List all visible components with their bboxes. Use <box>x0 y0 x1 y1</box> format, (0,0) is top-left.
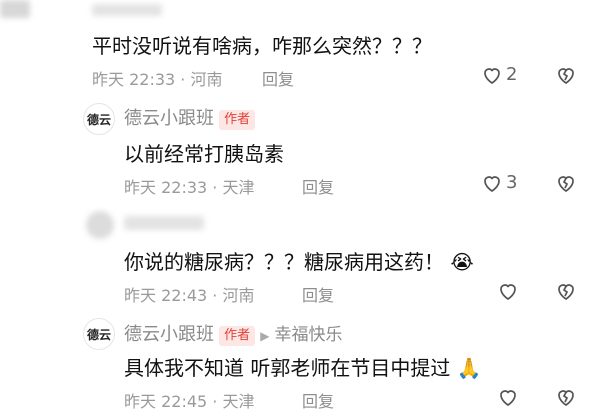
comment-location: 河南 <box>190 70 223 89</box>
reply-button[interactable]: 回复 <box>302 282 334 306</box>
dislike-button[interactable] <box>554 63 578 87</box>
reply-to-name[interactable]: 幸福快乐 <box>275 325 343 345</box>
comment-meta: 昨天 22:33 · 天津 <box>124 178 255 197</box>
comment-time: 昨天 22:33 <box>92 70 176 89</box>
like-count: 2 <box>506 64 518 85</box>
dislike-button[interactable] <box>554 171 578 195</box>
comment-meta: 昨天 22:33 · 河南 <box>92 70 223 89</box>
blurred-username <box>0 0 30 18</box>
comment-location: 天津 <box>222 178 255 197</box>
comment-time: 昨天 22:45 <box>124 392 208 411</box>
heart-icon <box>484 68 500 85</box>
comment-text: 具体我不知道 听郭老师在节目中提过 🙏 <box>124 356 482 380</box>
reply-button[interactable]: 回复 <box>302 174 334 198</box>
author-avatar[interactable]: 德云 <box>83 318 115 350</box>
blurred-username-detail <box>92 4 162 16</box>
like-button[interactable] <box>480 63 504 87</box>
comment-header: 德云小跟班 作者 ▶ 幸福快乐 <box>124 320 343 346</box>
dislike-button[interactable] <box>554 385 578 409</box>
dislike-button[interactable] <box>554 279 578 303</box>
comment-header: 德云小跟班 作者 <box>124 104 256 130</box>
blurred-avatar <box>86 211 114 239</box>
blurred-username <box>124 216 204 230</box>
heart-icon <box>500 284 516 301</box>
comment-text: 以前经常打胰岛素 <box>124 142 284 166</box>
reply-button[interactable]: 回复 <box>302 388 334 412</box>
comment-meta: 昨天 22:43 · 河南 <box>124 286 255 305</box>
broken-heart-icon <box>558 284 574 301</box>
avatar-logo-text: 德云 <box>86 112 111 127</box>
reply-button[interactable]: 回复 <box>262 66 294 90</box>
author-badge: 作者 <box>219 109 256 130</box>
praying-hands-emoji-icon: 🙏 <box>456 356 482 380</box>
like-button[interactable] <box>480 171 504 195</box>
author-name[interactable]: 德云小跟班 <box>124 324 214 345</box>
broken-heart-icon <box>558 176 574 193</box>
comment-meta: 昨天 22:45 · 天津 <box>124 392 255 411</box>
author-name[interactable]: 德云小跟班 <box>124 108 214 129</box>
author-avatar[interactable]: 德云 <box>83 103 115 135</box>
broken-heart-icon <box>558 68 574 85</box>
reply-arrow-icon: ▶ <box>260 329 270 343</box>
comment-location: 天津 <box>222 392 255 411</box>
broken-heart-icon <box>558 390 574 407</box>
comment-text: 你说的糖尿病？？？糖尿病用这药！ 😭 <box>124 250 474 274</box>
heart-icon <box>484 176 500 193</box>
like-button[interactable] <box>496 385 520 409</box>
comment-text: 平时没听说有啥病，咋那么突然？？？ <box>92 34 432 58</box>
comment-time: 昨天 22:43 <box>124 286 208 305</box>
like-count: 3 <box>506 172 518 193</box>
comment-location: 河南 <box>222 286 255 305</box>
like-button[interactable] <box>496 279 520 303</box>
author-badge: 作者 <box>219 325 256 346</box>
crying-emoji-icon: 😭 <box>450 250 474 274</box>
comment-time: 昨天 22:33 <box>124 178 208 197</box>
avatar-logo-text: 德云 <box>86 327 111 342</box>
heart-icon <box>500 390 516 407</box>
